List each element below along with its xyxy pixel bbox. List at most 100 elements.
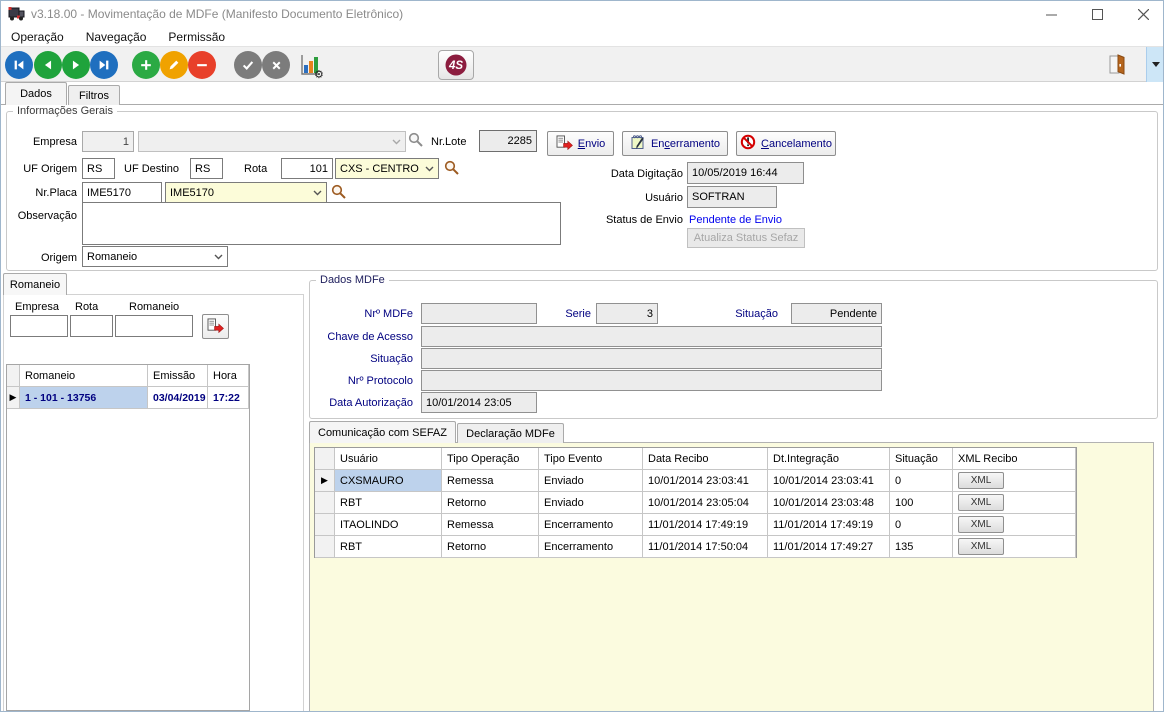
grid-cell[interactable]: 10/01/2014 23:05:04 (643, 492, 768, 514)
cancelamento-button[interactable]: Cancelamento (736, 131, 836, 156)
data-autorizacao-field[interactable]: 10/01/2014 23:05 (421, 392, 537, 413)
col-xml-recibo[interactable]: XML Recibo (953, 448, 1076, 470)
tab-dados[interactable]: Dados (5, 82, 67, 105)
nrlote-field[interactable]: 2285 (479, 130, 537, 152)
menu-permissao[interactable]: Permissão (166, 28, 227, 46)
confirm-button[interactable] (234, 51, 262, 79)
grid-cell[interactable]: Enviado (539, 492, 643, 514)
xml-recibo-button[interactable]: XML (958, 494, 1004, 511)
observacao-textarea[interactable] (82, 202, 561, 245)
delete-record-button[interactable] (188, 51, 216, 79)
atualiza-status-sefaz-button[interactable]: Atualiza Status Sefaz (687, 228, 805, 248)
xml-recibo-button[interactable]: XML (958, 472, 1004, 489)
col-usuario[interactable]: Usuário (335, 448, 442, 470)
origem-combo[interactable]: Romaneio (82, 246, 228, 267)
menu-navegacao[interactable]: Navegação (84, 28, 149, 46)
uf-origem-field[interactable]: RS (82, 158, 115, 179)
grid-cell[interactable]: 0 (890, 514, 953, 536)
grid-cell[interactable]: 100 (890, 492, 953, 514)
rota-search-icon[interactable] (444, 160, 460, 179)
nr-mdfe-field[interactable] (421, 303, 537, 324)
minimize-button[interactable] (1031, 1, 1071, 27)
tab-comunicacao-sefaz[interactable]: Comunicação com SEFAZ (309, 421, 456, 443)
grid-cell[interactable]: RBT (335, 492, 442, 514)
uf-destino-field[interactable]: RS (190, 158, 223, 179)
table-row[interactable]: ▶ CXSMAURO Remessa Enviado 10/01/2014 23… (315, 470, 1076, 492)
grid-cell[interactable]: 10/01/2014 23:03:48 (768, 492, 890, 514)
romaneio-numero-input[interactable] (115, 315, 193, 337)
grid-cell[interactable]: Encerramento (539, 514, 643, 536)
grid-cell[interactable]: Remessa (442, 514, 539, 536)
edit-record-button[interactable] (160, 51, 188, 79)
table-row[interactable]: ▶ 1 - 101 - 13756 03/04/2019 17:22 (7, 387, 249, 409)
rota-combo[interactable]: CXS - CENTRO (335, 158, 439, 179)
prior-record-button[interactable] (34, 51, 62, 79)
grid-cell[interactable]: ITAOLINDO (335, 514, 442, 536)
cell-hora[interactable]: 17:22 (208, 387, 249, 409)
grid-cell[interactable]: 11/01/2014 17:49:27 (768, 536, 890, 558)
cell-emissao[interactable]: 03/04/2019 (148, 387, 208, 409)
softran-logo-button[interactable]: 4S (438, 50, 474, 80)
xml-recibo-button[interactable]: XML (958, 538, 1004, 555)
grid-cell[interactable]: RBT (335, 536, 442, 558)
col-hora[interactable]: Hora (208, 365, 249, 387)
grid-cell[interactable]: Retorno (442, 536, 539, 558)
next-record-button[interactable] (62, 51, 90, 79)
grid-cell[interactable]: Retorno (442, 492, 539, 514)
grid-cell[interactable]: CXSMAURO (335, 470, 442, 492)
table-row[interactable]: RBT Retorno Encerramento 11/01/2014 17:5… (315, 536, 1076, 558)
col-tipo-operacao[interactable]: Tipo Operação (442, 448, 539, 470)
serie-field[interactable]: 3 (596, 303, 658, 324)
grid-cell[interactable]: Remessa (442, 470, 539, 492)
empresa-search-icon[interactable] (408, 132, 424, 151)
first-record-button[interactable] (5, 51, 33, 79)
grid-cell[interactable]: 135 (890, 536, 953, 558)
grid-cell[interactable]: 11/01/2014 17:49:19 (768, 514, 890, 536)
col-data-recibo[interactable]: Data Recibo (643, 448, 768, 470)
situacao-field[interactable] (421, 348, 882, 369)
col-emissao[interactable]: Emissão (148, 365, 208, 387)
romaneio-rota-input[interactable] (70, 315, 113, 337)
cell-romaneio[interactable]: 1 - 101 - 13756 (20, 387, 148, 409)
placa-combo[interactable]: IME5170 (165, 182, 327, 203)
grid-cell[interactable]: Encerramento (539, 536, 643, 558)
col-situacao[interactable]: Situação (890, 448, 953, 470)
tab-declaracao-mdfe[interactable]: Declaração MDFe (457, 423, 564, 443)
maximize-button[interactable] (1077, 1, 1117, 27)
situacao-top-field[interactable]: Pendente (791, 303, 882, 324)
romaneio-empresa-input[interactable] (10, 315, 68, 337)
table-row[interactable]: ITAOLINDO Remessa Encerramento 11/01/201… (315, 514, 1076, 536)
grid-cell[interactable]: 11/01/2014 17:49:19 (643, 514, 768, 536)
xml-recibo-button[interactable]: XML (958, 516, 1004, 533)
chart-config-button[interactable]: ⚙ (297, 51, 325, 79)
table-row[interactable]: RBT Retorno Enviado 10/01/2014 23:05:04 … (315, 492, 1076, 514)
col-romaneio[interactable]: Romaneio (20, 365, 148, 387)
col-dt-integracao[interactable]: Dt.Integração (768, 448, 890, 470)
grid-cell[interactable]: Enviado (539, 470, 643, 492)
usuario-field[interactable]: SOFTRAN (687, 186, 777, 208)
chave-acesso-field[interactable] (421, 326, 882, 347)
menu-operacao[interactable]: Operação (9, 28, 66, 46)
tab-filtros[interactable]: Filtros (68, 85, 120, 105)
close-button[interactable] (1123, 1, 1163, 27)
rota-code-field[interactable]: 101 (281, 158, 333, 179)
grid-cell[interactable]: 10/01/2014 23:03:41 (643, 470, 768, 492)
placa-search-icon[interactable] (331, 184, 347, 203)
col-tipo-evento[interactable]: Tipo Evento (539, 448, 643, 470)
tab-romaneio[interactable]: Romaneio (3, 273, 67, 295)
empresa-code-field[interactable]: 1 (82, 131, 134, 152)
last-record-button[interactable] (90, 51, 118, 79)
grid-cell[interactable]: 0 (890, 470, 953, 492)
grid-cell[interactable]: 10/01/2014 23:03:41 (768, 470, 890, 492)
nr-protocolo-field[interactable] (421, 370, 882, 391)
envio-button[interactable]: Envio (547, 131, 614, 156)
toolbar-overflow-dropdown[interactable] (1146, 47, 1164, 82)
nr-placa-field[interactable]: IME5170 (82, 182, 162, 203)
empresa-combo[interactable] (138, 131, 406, 152)
encerramento-button[interactable]: Encerramento (622, 131, 728, 156)
insert-record-button[interactable] (132, 51, 160, 79)
romaneio-carregar-button[interactable] (202, 314, 229, 339)
data-digitacao-field[interactable]: 10/05/2019 16:44 (687, 162, 804, 184)
cancel-edit-button[interactable] (262, 51, 290, 79)
grid-cell[interactable]: 11/01/2014 17:50:04 (643, 536, 768, 558)
